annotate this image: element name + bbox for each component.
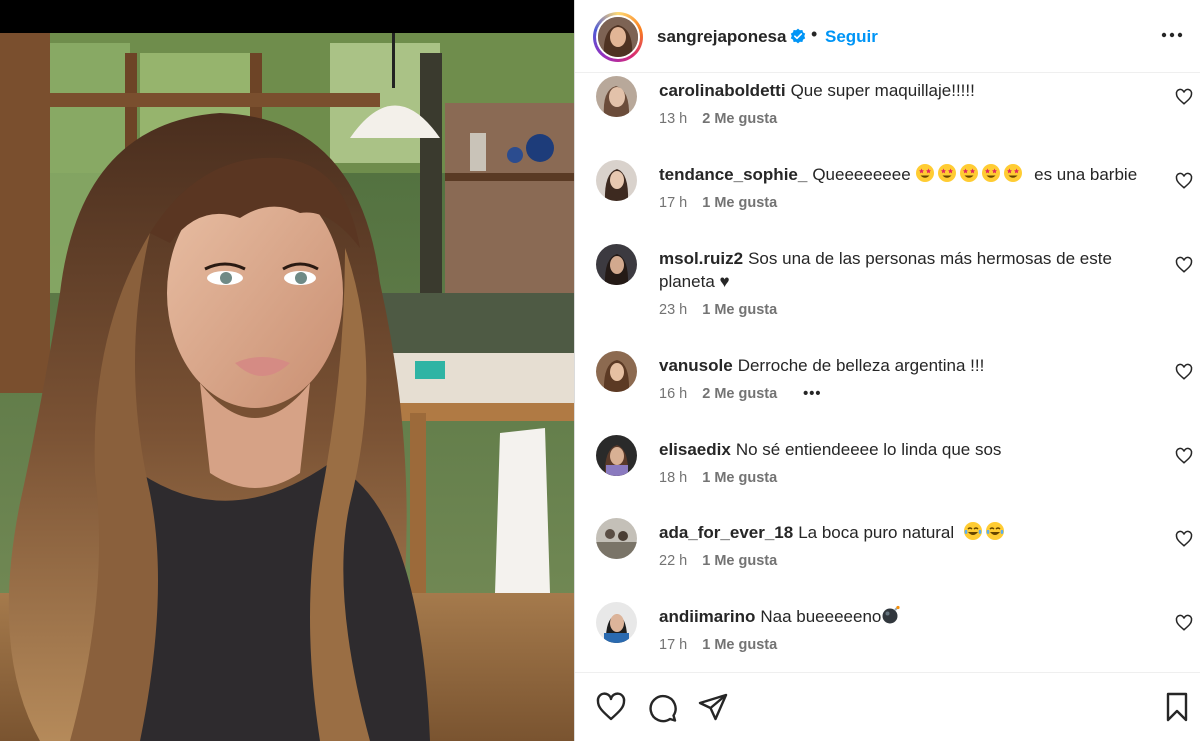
author-avatar[interactable] bbox=[596, 15, 640, 59]
star-struck-emoji-icon bbox=[960, 164, 979, 182]
commenter-avatar[interactable] bbox=[596, 244, 637, 285]
comment-like-heart-icon[interactable] bbox=[1175, 363, 1193, 381]
comment-like-heart-icon[interactable] bbox=[1175, 256, 1193, 274]
commenter-avatar[interactable] bbox=[596, 351, 637, 392]
comment-text: Derroche de belleza argentina !!! bbox=[737, 356, 985, 375]
comment-likes[interactable]: 1 Me gusta bbox=[702, 553, 777, 569]
comment-username[interactable]: ada_for_ever_18 bbox=[659, 523, 793, 542]
comment-text-block: andiimarino Naa bueeeeeno bbox=[659, 605, 1139, 628]
comment-like-heart-icon[interactable] bbox=[1175, 447, 1193, 465]
comment-time[interactable]: 13 h bbox=[659, 111, 687, 127]
photo-illustration bbox=[0, 33, 574, 741]
comment-likes[interactable]: 2 Me gusta bbox=[702, 386, 777, 402]
post-photo[interactable] bbox=[0, 0, 574, 741]
comment-time[interactable]: 17 h bbox=[659, 195, 687, 211]
comment-username[interactable]: tendance_sophie_ bbox=[659, 165, 807, 184]
tears-of-joy-emoji-icon bbox=[985, 522, 1004, 540]
comment-time[interactable]: 18 h bbox=[659, 470, 687, 486]
comment-meta: 22 h 1 Me gusta bbox=[659, 553, 777, 569]
comment-meta: 13 h 2 Me gusta bbox=[659, 111, 777, 127]
comment-likes[interactable]: 1 Me gusta bbox=[702, 470, 777, 486]
heart-outline-icon[interactable] bbox=[595, 691, 627, 723]
post-side-panel: sangrejaponesa • Seguir carolinaboldetti… bbox=[574, 0, 1200, 741]
post-action-bar bbox=[575, 672, 1200, 741]
star-struck-emoji-icon bbox=[916, 164, 935, 182]
comment-likes[interactable]: 1 Me gusta bbox=[702, 302, 777, 318]
comment-likes[interactable]: 1 Me gusta bbox=[702, 195, 777, 211]
comment-text-block: elisaedix No sé entiendeeee lo linda que … bbox=[659, 438, 1139, 461]
comments-list[interactable]: carolinaboldetti Que super maquillaje!!!!… bbox=[575, 74, 1200, 672]
commenter-avatar[interactable] bbox=[596, 602, 637, 643]
verified-badge-icon bbox=[790, 28, 806, 44]
star-struck-emoji-icon bbox=[982, 164, 1001, 182]
comment-emojis bbox=[915, 163, 1023, 183]
comment-text-block: msol.ruiz2 Sos una de las personas más he… bbox=[659, 247, 1139, 293]
comment-time[interactable]: 22 h bbox=[659, 553, 687, 569]
comment-like-heart-icon[interactable] bbox=[1175, 172, 1193, 190]
follow-button[interactable]: Seguir bbox=[825, 27, 878, 47]
comment-time[interactable]: 16 h bbox=[659, 386, 687, 402]
tears-of-joy-emoji-icon bbox=[963, 522, 982, 540]
star-struck-emoji-icon bbox=[938, 164, 957, 182]
comment-meta: 18 h 1 Me gusta bbox=[659, 470, 777, 486]
comment-username[interactable]: carolinaboldetti bbox=[659, 81, 786, 100]
comment-text-block: tendance_sophie_ Queeeeeeee es una barbie bbox=[659, 163, 1139, 186]
comment-time[interactable]: 23 h bbox=[659, 302, 687, 318]
bookmark-icon[interactable] bbox=[1161, 691, 1193, 723]
comment-time[interactable]: 17 h bbox=[659, 637, 687, 653]
comment-text-block: carolinaboldetti Que super maquillaje!!!!… bbox=[659, 79, 1139, 102]
comment-meta: 17 h 1 Me gusta bbox=[659, 195, 777, 211]
paper-plane-icon[interactable] bbox=[697, 691, 729, 723]
more-options-icon[interactable] bbox=[1159, 22, 1185, 48]
comment-likes[interactable]: 1 Me gusta bbox=[702, 637, 777, 653]
author-username[interactable]: sangrejaponesa bbox=[657, 27, 786, 47]
comment-emojis bbox=[881, 605, 901, 625]
comment-text: Queeeeeeee bbox=[812, 165, 911, 184]
comment-like-heart-icon[interactable] bbox=[1175, 88, 1193, 106]
author-story-ring[interactable] bbox=[593, 12, 643, 62]
commenter-avatar[interactable] bbox=[596, 160, 637, 201]
comment-like-heart-icon[interactable] bbox=[1175, 530, 1193, 548]
comment-likes[interactable]: 2 Me gusta bbox=[702, 111, 777, 127]
comment-meta: 17 h 1 Me gusta bbox=[659, 637, 777, 653]
speech-bubble-icon[interactable] bbox=[646, 691, 678, 723]
commenter-avatar[interactable] bbox=[596, 435, 637, 476]
comment-text: La boca puro natural bbox=[798, 523, 955, 542]
comment-emojis bbox=[963, 521, 1005, 541]
star-struck-emoji-icon bbox=[1004, 164, 1023, 182]
bomb-emoji-icon bbox=[882, 605, 900, 624]
comment-text: Naa bueeeeeno bbox=[760, 607, 882, 626]
comment-like-heart-icon[interactable] bbox=[1175, 614, 1193, 632]
comment-username[interactable]: vanusole bbox=[659, 356, 733, 375]
comment-text-block: ada_for_ever_18 La boca puro natural bbox=[659, 521, 1139, 544]
post-image bbox=[0, 33, 574, 741]
comment-meta: 23 h 1 Me gusta bbox=[659, 302, 777, 318]
post-header: sangrejaponesa • Seguir bbox=[575, 0, 1200, 73]
header-separator-dot: • bbox=[811, 24, 818, 44]
comment-options-button[interactable]: ••• bbox=[803, 386, 821, 402]
commenter-avatar[interactable] bbox=[596, 76, 637, 117]
comment-text: No sé entiendeeee lo linda que sos bbox=[735, 440, 1002, 459]
comment-text-block: vanusole Derroche de belleza argentina !!… bbox=[659, 354, 1139, 377]
comment-username[interactable]: msol.ruiz2 bbox=[659, 249, 743, 268]
commenter-avatar[interactable] bbox=[596, 518, 637, 559]
comment-username[interactable]: andiimarino bbox=[659, 607, 755, 626]
comment-meta: 16 h 2 Me gusta ••• bbox=[659, 386, 821, 402]
comment-text-suffix: es una barbie bbox=[1034, 165, 1138, 184]
comment-username[interactable]: elisaedix bbox=[659, 440, 731, 459]
comment-text: Que super maquillaje!!!!! bbox=[790, 81, 975, 100]
